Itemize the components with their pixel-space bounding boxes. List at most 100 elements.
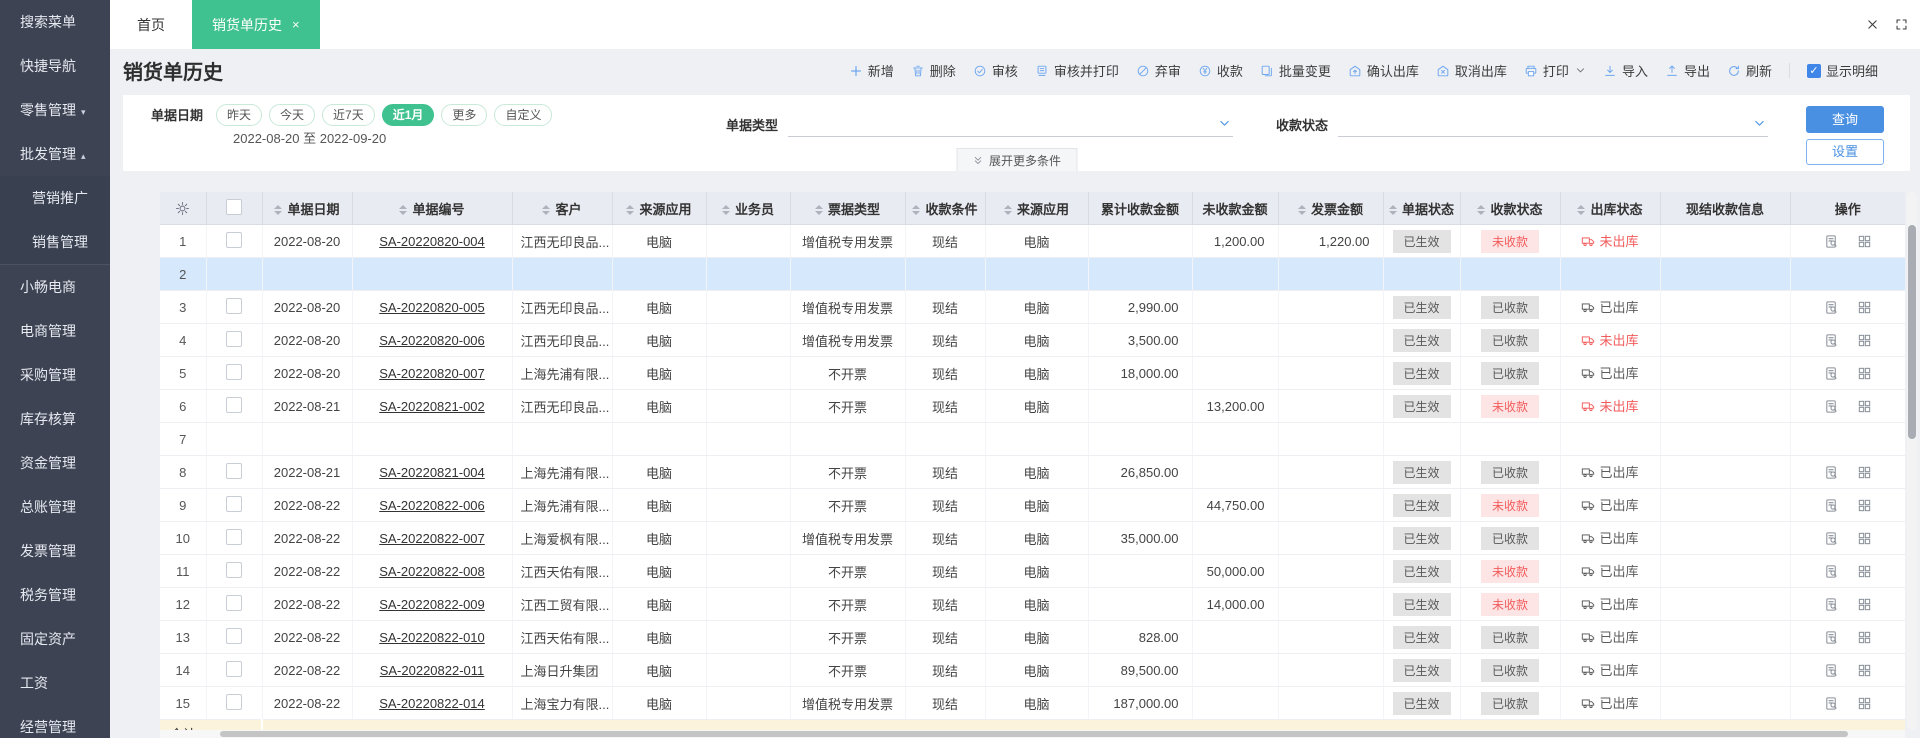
sort-icon[interactable] bbox=[1297, 205, 1306, 216]
col-header-收款状态[interactable]: 收款状态 bbox=[1460, 192, 1561, 225]
checked-checkbox-icon[interactable]: ✓ bbox=[1806, 63, 1821, 78]
related-actions-icon[interactable] bbox=[1857, 498, 1872, 513]
row-checkbox[interactable] bbox=[226, 363, 242, 380]
date-chip-近1月[interactable]: 近1月 bbox=[381, 104, 435, 126]
related-actions-icon[interactable] bbox=[1857, 597, 1872, 612]
toolbar-button-删除[interactable]: 删除 bbox=[911, 61, 956, 80]
view-document-icon[interactable] bbox=[1824, 663, 1839, 678]
col-header-单据编号[interactable]: 单据编号 bbox=[352, 192, 513, 225]
view-document-icon[interactable] bbox=[1824, 300, 1839, 315]
date-chip-更多[interactable]: 更多 bbox=[441, 104, 488, 126]
table-row-13[interactable]: 13 2022-08-22 SA-20220822-010 江西天佑有限... 电脑 不开… bbox=[160, 620, 1905, 654]
row-checkbox[interactable] bbox=[226, 660, 242, 677]
col-header-来源应用[interactable]: 来源应用 bbox=[612, 192, 707, 225]
sidebar-item-资金管理[interactable]: 资金管理 bbox=[0, 441, 110, 485]
view-document-icon[interactable] bbox=[1824, 333, 1839, 348]
col-header-单据日期[interactable]: 单据日期 bbox=[262, 192, 353, 225]
row-checkbox[interactable] bbox=[226, 297, 242, 314]
toolbar-button-导出[interactable]: 导出 bbox=[1665, 61, 1710, 80]
table-row-8[interactable]: 8 2022-08-21 SA-20220821-004 上海先浦有限... 电脑 不开票… bbox=[160, 455, 1905, 489]
view-document-icon[interactable] bbox=[1824, 234, 1839, 249]
sort-icon[interactable] bbox=[399, 205, 408, 216]
table-row-1[interactable]: 1 2022-08-20 SA-20220820-004 江西无印良品... 电脑 增值税… bbox=[160, 224, 1905, 258]
toolbar-button-批量变更[interactable]: 批量变更 bbox=[1260, 61, 1331, 80]
table-row-10[interactable]: 10 2022-08-22 SA-20220822-007 上海爱枫有限... 电脑 增值… bbox=[160, 521, 1905, 555]
row-checkbox[interactable] bbox=[226, 561, 242, 578]
row-checkbox[interactable] bbox=[226, 462, 242, 479]
sort-icon[interactable] bbox=[814, 205, 823, 216]
related-actions-icon[interactable] bbox=[1857, 696, 1872, 711]
sort-icon[interactable] bbox=[721, 205, 730, 216]
sort-icon[interactable] bbox=[1388, 205, 1397, 216]
sidebar-item-经营管理[interactable]: 经营管理 bbox=[0, 705, 110, 738]
view-document-icon[interactable] bbox=[1824, 696, 1839, 711]
date-chip-今天[interactable]: 今天 bbox=[269, 104, 316, 126]
related-actions-icon[interactable] bbox=[1857, 531, 1872, 546]
col-header-业务员[interactable]: 业务员 bbox=[706, 192, 791, 225]
row-checkbox[interactable] bbox=[226, 594, 242, 611]
row-checkbox[interactable] bbox=[226, 495, 242, 512]
order-number-link[interactable]: SA-20220820-005 bbox=[379, 300, 485, 315]
sort-icon[interactable] bbox=[1577, 205, 1586, 216]
toolbar-button-导入[interactable]: 导入 bbox=[1603, 61, 1648, 80]
view-document-icon[interactable] bbox=[1824, 630, 1839, 645]
tab-close-icon[interactable]: × bbox=[292, 17, 300, 32]
order-number-link[interactable]: SA-20220822-010 bbox=[379, 630, 485, 645]
sort-icon[interactable] bbox=[1003, 205, 1012, 216]
tab-销货单历史[interactable]: 销货单历史 × bbox=[192, 0, 320, 49]
horizontal-scrollbar-thumb[interactable] bbox=[220, 731, 1848, 737]
sidebar-item-固定资产[interactable]: 固定资产 bbox=[0, 617, 110, 661]
order-number-link[interactable]: SA-20220820-006 bbox=[379, 333, 485, 348]
related-actions-icon[interactable] bbox=[1857, 399, 1872, 414]
sidebar-item-零售管理[interactable]: 零售管理 ▾ bbox=[0, 88, 110, 132]
pay-status-select[interactable] bbox=[1338, 111, 1769, 137]
sidebar-item-小畅电商[interactable]: 小畅电商 bbox=[0, 265, 110, 309]
related-actions-icon[interactable] bbox=[1857, 564, 1872, 579]
sidebar-item-采购管理[interactable]: 采购管理 bbox=[0, 353, 110, 397]
related-actions-icon[interactable] bbox=[1857, 663, 1872, 678]
col-header-出库状态[interactable]: 出库状态 bbox=[1560, 192, 1661, 225]
order-number-link[interactable]: SA-20220822-006 bbox=[379, 498, 485, 513]
sort-icon[interactable] bbox=[912, 205, 921, 216]
col-header-客户[interactable]: 客户 bbox=[512, 192, 613, 225]
sort-icon[interactable] bbox=[626, 205, 635, 216]
date-chip-近7天[interactable]: 近7天 bbox=[322, 104, 375, 126]
view-document-icon[interactable] bbox=[1824, 399, 1839, 414]
order-number-link[interactable]: SA-20220822-011 bbox=[380, 663, 485, 678]
sidebar-item-搜索菜单[interactable]: 搜索菜单 bbox=[0, 0, 110, 44]
row-checkbox[interactable] bbox=[226, 693, 242, 710]
order-number-link[interactable]: SA-20220822-009 bbox=[379, 597, 485, 612]
fullscreen-icon[interactable] bbox=[1895, 18, 1908, 31]
sidebar-item-税务管理[interactable]: 税务管理 bbox=[0, 573, 110, 617]
table-row-2[interactable]: 2 bbox=[160, 257, 1905, 291]
row-checkbox[interactable] bbox=[226, 396, 242, 413]
toolbar-button-收款[interactable]: 收款 bbox=[1198, 61, 1243, 80]
related-actions-icon[interactable] bbox=[1857, 234, 1872, 249]
col-header-check[interactable] bbox=[206, 192, 263, 225]
toolbar-button-弃审[interactable]: 弃审 bbox=[1136, 61, 1181, 80]
order-number-link[interactable]: SA-20220822-007 bbox=[379, 531, 485, 546]
order-number-link[interactable]: SA-20220821-002 bbox=[379, 399, 485, 414]
table-row-5[interactable]: 5 2022-08-20 SA-20220820-007 上海先浦有限... 电脑 不开票… bbox=[160, 356, 1905, 390]
row-checkbox[interactable] bbox=[226, 627, 242, 644]
sort-icon[interactable] bbox=[274, 205, 283, 216]
expand-more-conditions[interactable]: 展开更多条件 bbox=[955, 148, 1078, 171]
col-header-单据状态[interactable]: 单据状态 bbox=[1383, 192, 1461, 225]
related-actions-icon[interactable] bbox=[1857, 366, 1872, 381]
related-actions-icon[interactable] bbox=[1857, 333, 1872, 348]
col-header-收款条件[interactable]: 收款条件 bbox=[905, 192, 986, 225]
view-document-icon[interactable] bbox=[1824, 366, 1839, 381]
order-number-link[interactable]: SA-20220822-008 bbox=[379, 564, 485, 579]
col-header-票据类型[interactable]: 票据类型 bbox=[790, 192, 906, 225]
table-row-12[interactable]: 12 2022-08-22 SA-20220822-009 江西工贸有限... 电脑 不开… bbox=[160, 587, 1905, 621]
show-detail-toggle[interactable]: ✓ 显示明细 bbox=[1806, 61, 1878, 80]
sidebar-item-批发管理[interactable]: 批发管理 ▴ bbox=[0, 132, 110, 176]
col-header-来源应用[interactable]: 来源应用 bbox=[985, 192, 1089, 225]
select-all-checkbox[interactable] bbox=[226, 198, 242, 215]
close-icon[interactable] bbox=[1866, 18, 1879, 31]
toolbar-button-审核并打印[interactable]: 审核并打印 bbox=[1035, 61, 1119, 80]
search-button[interactable]: 查询 bbox=[1806, 106, 1884, 133]
sort-icon[interactable] bbox=[542, 205, 551, 216]
order-number-link[interactable]: SA-20220820-004 bbox=[379, 234, 485, 249]
sidebar-item-电商管理[interactable]: 电商管理 bbox=[0, 309, 110, 353]
